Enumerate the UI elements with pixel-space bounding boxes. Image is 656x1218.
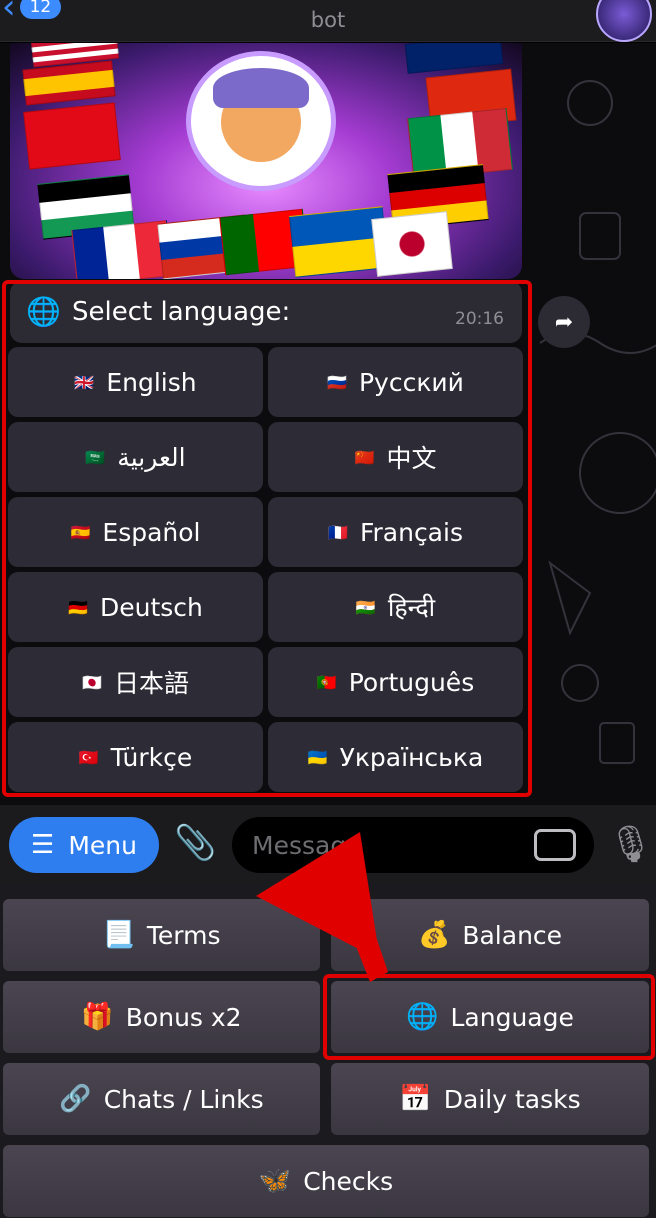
- fr-flag-icon: 🇫🇷: [328, 522, 348, 542]
- attach-icon[interactable]: 📎: [174, 823, 216, 863]
- bonus-button[interactable]: 🎁 Bonus x2: [3, 981, 320, 1053]
- calendar-icon: 📅: [399, 1084, 432, 1114]
- microphone-icon[interactable]: 🎙: [608, 823, 654, 865]
- menu-button[interactable]: ☰ Menu: [9, 817, 159, 873]
- reply-keyboard: 📃 Terms 💰 Balance 🎁 Bonus x2 🌐 Language …: [0, 883, 656, 1218]
- language-button-turkish[interactable]: 🇹🇷 Türkçe: [8, 722, 263, 792]
- language-banner-image: [10, 43, 522, 279]
- chat-area: 🌐 Select language: 20:16 ➦ 🇬🇧 English 🇷🇺 Р…: [0, 43, 656, 805]
- balance-button[interactable]: 💰 Balance: [331, 899, 649, 971]
- de-flag-icon: 🇩🇪: [68, 597, 88, 617]
- jp-flag-icon: 🇯🇵: [82, 672, 102, 692]
- language-button[interactable]: 🌐 Language: [331, 981, 649, 1053]
- tr-flag-icon: 🇹🇷: [78, 747, 99, 767]
- language-button-french[interactable]: 🇫🇷 Français: [268, 497, 523, 567]
- money-bag-icon: 💰: [417, 920, 451, 950]
- language-button-english[interactable]: 🇬🇧 English: [8, 347, 263, 417]
- gift-icon: 🎁: [81, 1002, 114, 1032]
- chat-header: ‹ 12 bot: [0, 0, 656, 42]
- language-button-ukrainian[interactable]: 🇺🇦 Українська: [268, 722, 523, 792]
- language-button-chinese[interactable]: 🇨🇳 中文: [268, 422, 523, 492]
- language-button-arabic[interactable]: 🇸🇦 العربية: [8, 422, 263, 492]
- language-button-german[interactable]: 🇩🇪 Deutsch: [8, 572, 263, 642]
- pt-flag-icon: 🇵🇹: [316, 672, 337, 692]
- wallpaper-doodles: [539, 80, 656, 764]
- ua-flag-icon: 🇺🇦: [307, 747, 328, 767]
- chat-subtitle: bot: [310, 8, 346, 32]
- bot-avatar[interactable]: [596, 0, 652, 42]
- es-flag-icon: 🇪🇸: [70, 522, 91, 542]
- language-button-spanish[interactable]: 🇪🇸 Español: [8, 497, 263, 567]
- globe-icon: 🌐: [406, 1002, 439, 1032]
- share-icon[interactable]: ➦: [538, 296, 590, 348]
- daily-tasks-button[interactable]: 📅 Daily tasks: [331, 1063, 649, 1135]
- globe-icon: 🌐: [26, 295, 61, 328]
- checks-button[interactable]: 🦋 Checks: [3, 1145, 649, 1217]
- language-button-portuguese[interactable]: 🇵🇹 Português: [268, 647, 523, 717]
- message-text: Select language:: [72, 297, 291, 327]
- bot-mascot-logo: [186, 51, 336, 191]
- terms-button[interactable]: 📃 Terms: [3, 899, 320, 971]
- language-button-hindi[interactable]: 🇮🇳 हिन्दी: [268, 572, 523, 642]
- language-button-russian[interactable]: 🇷🇺 Русский: [268, 347, 523, 417]
- in-flag-icon: 🇮🇳: [355, 597, 376, 617]
- hamburger-icon: ☰: [31, 830, 55, 860]
- cn-flag-icon: 🇨🇳: [354, 447, 375, 467]
- gb-flag-icon: 🇬🇧: [74, 372, 95, 392]
- select-language-message: 🌐 Select language: 20:16: [10, 281, 522, 343]
- language-inline-keyboard: 🇬🇧 English 🇷🇺 Русский 🇸🇦 العربية 🇨🇳 中文 🇪🇸 Esp…: [8, 347, 526, 792]
- message-input-bar: ☰ Menu 📎 🎙: [0, 805, 656, 883]
- language-button-japanese[interactable]: 🇯🇵 日本語: [8, 647, 263, 717]
- butterfly-icon: 🦋: [258, 1166, 292, 1196]
- sa-flag-icon: 🇸🇦: [85, 447, 106, 467]
- link-icon: 🔗: [59, 1084, 92, 1114]
- keyboard-icon[interactable]: [534, 829, 576, 861]
- scroll-icon: 📃: [102, 920, 135, 950]
- chats-links-button[interactable]: 🔗 Chats / Links: [3, 1063, 320, 1135]
- message-time: 20:16: [455, 309, 504, 329]
- ru-flag-icon: 🇷🇺: [327, 372, 347, 392]
